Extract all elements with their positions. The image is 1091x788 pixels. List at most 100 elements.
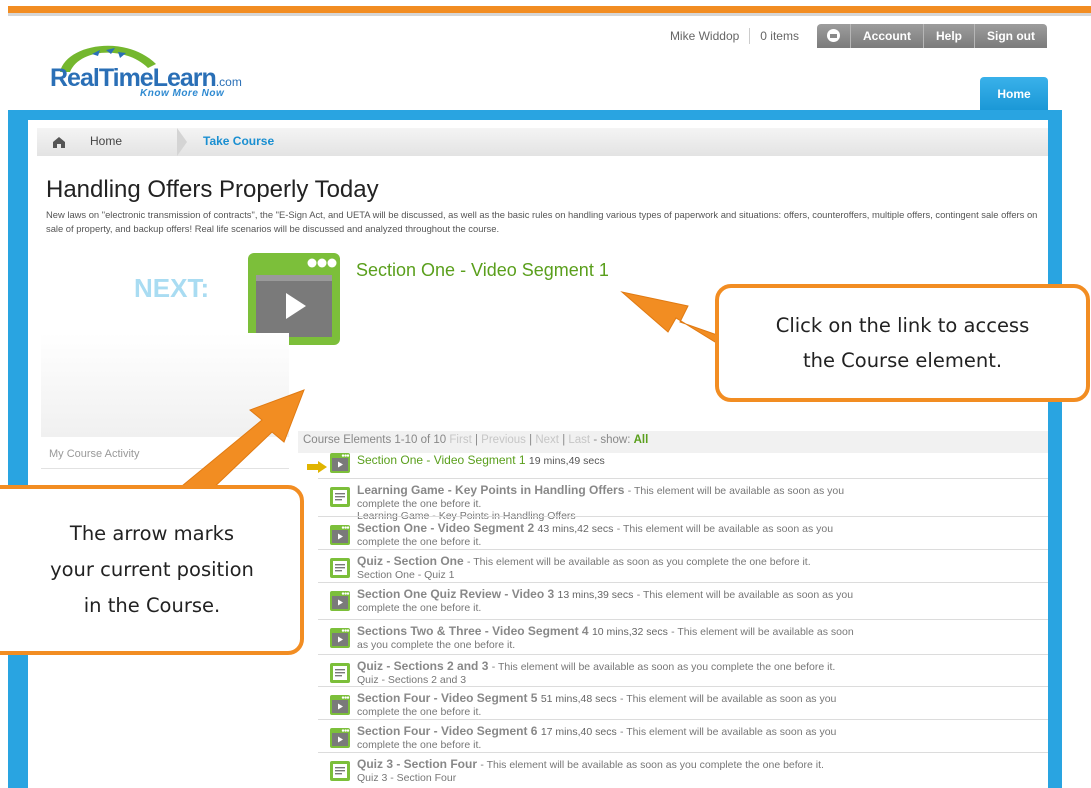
course-element-row: Quiz 3 - Section Four - This element wil…: [318, 752, 1048, 788]
course-element-availability: - This element will be available as soon…: [636, 589, 854, 601]
pager-next[interactable]: Next: [535, 434, 559, 446]
user-name[interactable]: Mike Widdop: [660, 28, 751, 44]
pager-separator: |: [474, 434, 478, 446]
pager-last[interactable]: Last: [568, 434, 590, 446]
course-element-availability: - This element will be available as soon…: [480, 759, 824, 771]
course-list-summary: Course Elements 1-10 of 10: [303, 434, 447, 446]
next-label: NEXT:: [134, 273, 210, 303]
current-element-title[interactable]: Section One - Video Segment 1: [357, 453, 526, 467]
course-description: New laws on "electronic transmission of …: [46, 209, 1038, 234]
document-element-icon: [330, 663, 350, 683]
course-element-name: Quiz - Section One: [357, 554, 464, 568]
video-element-icon: [330, 591, 350, 611]
pager-show-label: - show:: [593, 434, 631, 446]
next-element-link[interactable]: Section One - Video Segment 1: [356, 260, 609, 281]
course-element-title: Section One Quiz Review - Video 3 13 min…: [357, 587, 853, 601]
callout-right-line-1: Click on the link to access: [775, 314, 1030, 337]
home-icon[interactable]: [53, 137, 65, 148]
course-element-title: Quiz - Section One - This element will b…: [357, 554, 811, 568]
current-position-arrow-icon: [307, 461, 327, 473]
course-element-row: Section One Quiz Review - Video 3 13 min…: [318, 582, 1048, 619]
logo-word-real: Real: [50, 64, 100, 92]
next-video-icon[interactable]: [248, 253, 340, 345]
document-element-icon: [330, 487, 350, 507]
sidebar-title: My Course Activity: [49, 448, 140, 460]
course-element-row: Section One - Video Segment 2 43 mins,42…: [318, 516, 1048, 549]
course-element-title: Quiz - Sections 2 and 3 - This element w…: [357, 659, 835, 673]
sidebar-top: [41, 333, 289, 437]
course-element-availability: - This element will be available as soon…: [620, 726, 837, 738]
course-element-title: Sections Two & Three - Video Segment 4 1…: [357, 624, 854, 638]
video-element-icon[interactable]: [330, 453, 350, 473]
course-element-duration: 10 mins,32 secs: [591, 626, 668, 638]
pager-show-all[interactable]: All: [634, 434, 649, 446]
sidebar-divider: [41, 468, 289, 469]
course-element-availability: - This element will be available as soon…: [620, 693, 837, 705]
course-element-title: Section One - Video Segment 2 43 mins,42…: [357, 521, 833, 535]
course-element-line: Quiz 3 - Section Four: [357, 772, 457, 784]
logo-suffix: .com: [215, 75, 242, 89]
pager-separator: |: [562, 434, 566, 446]
current-element-link[interactable]: Section One - Video Segment 1 19 mins,49…: [357, 453, 605, 467]
messages-button[interactable]: [816, 24, 850, 48]
video-element-icon: [330, 628, 350, 648]
course-element-duration: 13 mins,39 secs: [557, 589, 634, 601]
callout-left-line-3: in the Course.: [83, 594, 221, 617]
course-element-name: Section One Quiz Review - Video 3: [357, 587, 555, 601]
video-element-icon: [330, 728, 350, 748]
page-title: Handling Offers Properly Today: [46, 176, 379, 203]
tab-home[interactable]: Home: [980, 77, 1048, 111]
course-list-pager: Course Elements 1-10 of 10 First | Previ…: [303, 434, 648, 446]
course-element-duration: 43 mins,42 secs: [537, 523, 614, 535]
breadcrumb-separator: [177, 128, 187, 156]
course-element-title: Section Four - Video Segment 5 51 mins,4…: [357, 691, 836, 705]
course-element-title: Learning Game - Key Points in Handling O…: [357, 483, 844, 497]
account-button[interactable]: Account: [849, 24, 923, 48]
breadcrumb-home[interactable]: Home: [90, 134, 122, 148]
breadcrumb: Home Take Course: [37, 128, 1048, 156]
course-element-name: Section Four - Video Segment 6: [357, 724, 538, 738]
course-element-row: Quiz - Section One - This element will b…: [318, 549, 1048, 582]
course-element-row: Quiz - Sections 2 and 3 - This element w…: [318, 654, 1048, 686]
course-element-row: Sections Two & Three - Video Segment 4 1…: [318, 619, 1048, 654]
course-element-availability: - This element will be available as soon…: [491, 661, 836, 673]
document-element-icon: [330, 761, 350, 781]
course-element-line: Section One - Quiz 1: [357, 569, 455, 581]
sign-out-button[interactable]: Sign out: [974, 24, 1047, 48]
site-logo[interactable]: RealTimeLearn.com Know More Now: [48, 36, 248, 99]
course-element-name: Sections Two & Three - Video Segment 4: [357, 624, 589, 638]
video-element-icon: [330, 525, 350, 545]
pager-first[interactable]: First: [449, 434, 471, 446]
breadcrumb-current: Take Course: [203, 134, 275, 148]
course-element-availability: - This element will be available as soon…: [616, 523, 834, 535]
course-element-line: complete the one before it.: [357, 498, 482, 510]
course-element-availability: - This element will be available as soon…: [467, 556, 811, 568]
top-accent-bar: [8, 6, 1091, 13]
top-grey-bar: [8, 13, 1091, 16]
callout-arrow-help: The arrow marks your current position in…: [0, 485, 304, 655]
pager-separator: |: [529, 434, 533, 446]
help-button[interactable]: Help: [922, 24, 974, 48]
course-element-name: Quiz - Sections 2 and 3: [357, 659, 489, 673]
course-element-name: Section One - Video Segment 2: [357, 521, 535, 535]
pager-previous[interactable]: Previous: [481, 434, 526, 446]
callout-link-help: Click on the link to access the Course e…: [715, 284, 1090, 402]
course-element-row: Learning Game - Key Points in Handling O…: [318, 478, 1048, 522]
video-element-icon: [330, 695, 350, 715]
course-element-line: complete the one before it.: [357, 536, 482, 548]
course-element-name: Learning Game - Key Points in Handling O…: [357, 483, 625, 497]
callout-right-line-2: the Course element.: [802, 349, 1003, 372]
course-element-line: complete the one before it.: [357, 739, 482, 751]
course-element-line: complete the one before it.: [357, 706, 482, 718]
course-element-duration: 51 mins,48 secs: [540, 693, 617, 705]
course-element-availability: - This element will be available as soon…: [627, 485, 845, 497]
course-element-line: Quiz - Sections 2 and 3: [357, 674, 467, 686]
course-element-availability: - This element will be available as soon: [671, 626, 854, 638]
document-element-icon: [330, 558, 350, 578]
course-element-name: Section Four - Video Segment 5: [357, 691, 538, 705]
current-element-duration: 19 mins,49 secs: [528, 455, 605, 467]
course-element-duration: 17 mins,40 secs: [540, 726, 617, 738]
callout-left-line-1: The arrow marks: [69, 522, 235, 545]
course-element-row: Section Four - Video Segment 5 51 mins,4…: [318, 686, 1048, 719]
cart-count[interactable]: 0 items: [750, 28, 817, 44]
